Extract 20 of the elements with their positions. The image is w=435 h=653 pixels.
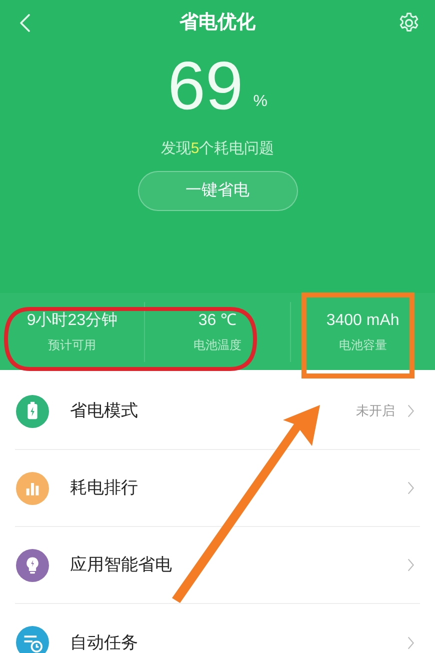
stat-value: 36 ℃ <box>198 311 237 331</box>
battery-percent: 69 <box>168 48 244 124</box>
menu-status: 未开启 <box>356 402 395 420</box>
menu-label: 自动任务 <box>70 632 139 653</box>
page-title: 省电优化 <box>180 10 256 35</box>
chevron-right-icon <box>405 480 415 496</box>
percent-unit: % <box>253 92 268 112</box>
stat-label: 电池温度 <box>193 337 242 354</box>
chevron-right-icon <box>405 403 415 419</box>
chevron-right-icon <box>405 557 415 573</box>
stat-value: 3400 mAh <box>326 311 400 331</box>
menu-label: 应用智能省电 <box>70 554 173 576</box>
issues-summary: 发现5个耗电问题 <box>160 139 274 159</box>
menu-label: 耗电排行 <box>70 477 139 500</box>
stat-label: 电池容量 <box>338 337 387 354</box>
menu-label: 省电模式 <box>70 400 139 422</box>
stat-label: 预计可用 <box>48 337 96 354</box>
stat-value: 9小时23分钟 <box>26 310 118 331</box>
menu-item[interactable]: 自动任务 <box>15 604 420 653</box>
chevron-right-icon <box>405 634 415 650</box>
